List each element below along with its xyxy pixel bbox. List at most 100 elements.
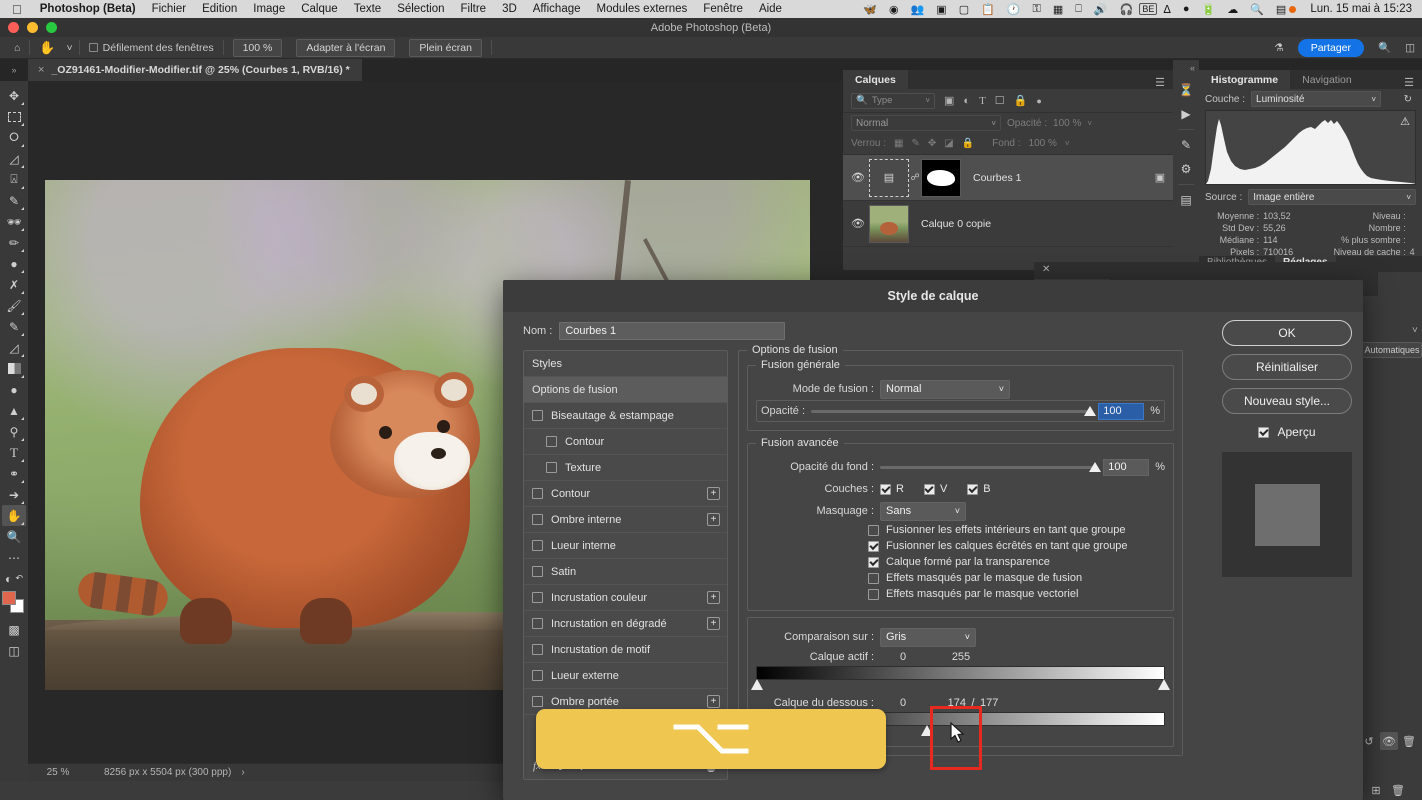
advanced-check-2[interactable]: Calque formé par la transparence — [756, 554, 1165, 570]
close-window-button[interactable] — [8, 22, 19, 33]
checkbox[interactable] — [532, 670, 543, 681]
menu-item-fichier[interactable]: Fichier — [144, 3, 195, 15]
chevron-down-icon[interactable]: ˅ — [1065, 139, 1070, 148]
channel-select[interactable]: Luminosité ˅ — [1251, 91, 1382, 107]
fill-opacity-input[interactable]: 100 — [1103, 458, 1150, 476]
sidebar-item-ombre-interne[interactable]: Ombre interne + — [524, 507, 727, 533]
path-selection-tool-icon[interactable]: ➔ — [2, 484, 26, 505]
layer-visibility-eye-icon[interactable]: 👁 — [847, 171, 869, 184]
sidebar-item-options-de-fusion[interactable]: Options de fusion — [524, 377, 727, 403]
butterfly-icon[interactable]: 🦋 — [857, 3, 883, 16]
quick-mask-icon[interactable]: ▩ — [2, 619, 26, 640]
refresh-icon[interactable]: ↻ — [1404, 94, 1416, 105]
link-icon[interactable]: ☍ — [909, 172, 921, 183]
checkbox[interactable] — [532, 566, 543, 577]
sidebar-item-contour[interactable]: Contour + — [524, 481, 727, 507]
shape-filter-icon[interactable]: ☐ — [995, 94, 1005, 107]
maximize-window-button[interactable] — [46, 22, 57, 33]
menu-item-aide[interactable]: Aide — [751, 3, 790, 15]
eye-icon[interactable]: 👁 — [1380, 732, 1398, 750]
lock-image-icon[interactable]: ✎ — [911, 138, 919, 149]
sidebar-item-incrustation-couleur[interactable]: Incrustation couleur + — [524, 585, 727, 611]
checkbox[interactable] — [532, 696, 543, 707]
layers-comp-icon[interactable]: ▤ — [1175, 188, 1197, 212]
eraser-tool-icon[interactable]: 🖌 — [2, 295, 26, 316]
wifi-icon[interactable]: ☁ — [1221, 3, 1244, 16]
close-icon[interactable]: × — [38, 64, 44, 76]
menu-item-calque[interactable]: Calque — [293, 3, 345, 15]
search-icon[interactable]: 🔍 — [1244, 3, 1270, 16]
this-layer-white-stop[interactable] — [1158, 679, 1170, 690]
this-layer-min[interactable]: 0 — [874, 651, 932, 663]
trash-icon[interactable]: 🗑 — [1389, 781, 1407, 799]
channel-r[interactable]: R — [880, 483, 904, 495]
edit-toolbar-icon[interactable]: ⋯ — [2, 547, 26, 568]
scroll-all-windows-checkbox[interactable]: Défilement des fenêtres — [82, 37, 221, 59]
crop-tool-icon[interactable]: ⍓ — [2, 169, 26, 190]
name-input[interactable]: Courbes 1 — [559, 322, 786, 340]
this-layer-black-stop[interactable] — [751, 679, 763, 690]
search-icon[interactable]: 🔍 — [1371, 37, 1398, 59]
add-effect-icon[interactable]: + — [707, 591, 720, 604]
smart-object-filter-icon[interactable]: 🔒 — [1014, 94, 1028, 107]
advanced-check-4[interactable]: Effets masqués par le masque vectoriel — [756, 586, 1165, 602]
eyedropper-tool-icon[interactable]: ✎ — [2, 190, 26, 211]
tab-navigation[interactable]: Navigation — [1290, 70, 1364, 89]
menu-item-filtre[interactable]: Filtre — [453, 3, 495, 15]
add-effect-icon[interactable]: + — [707, 617, 720, 630]
checkbox[interactable] — [868, 588, 879, 600]
layer-name[interactable]: Calque 0 copie — [909, 218, 1173, 230]
tab-histogramme[interactable]: Histogramme — [1199, 70, 1291, 89]
checkbox[interactable] — [868, 540, 879, 552]
control-center-icon[interactable]: ▤ — [1270, 3, 1302, 16]
pen-tool-icon[interactable]: ▲ — [2, 400, 26, 421]
tab-calques[interactable]: Calques — [843, 70, 908, 89]
screen-record-icon[interactable]: ▣ — [930, 3, 952, 16]
dodge-burn-tool-icon[interactable] — [2, 358, 26, 379]
chevron-down-icon[interactable]: ˅ — [1087, 119, 1092, 128]
layout-icon[interactable]: ▦ — [1047, 3, 1069, 16]
user-icon[interactable]: ● — [1177, 3, 1196, 15]
layer-thumbnail-curves[interactable]: ▤ — [869, 158, 909, 197]
lock-all-icon[interactable]: 🔒 — [962, 138, 974, 149]
rectangular-marquee-tool-icon[interactable] — [2, 106, 26, 127]
home-icon[interactable]: ⌂ — [0, 37, 27, 59]
clock-icon[interactable]: 🕐 — [1001, 3, 1027, 16]
lock-transparent-icon[interactable]: ▦ — [894, 138, 903, 149]
trash-icon[interactable]: 🗑 — [1400, 732, 1418, 750]
lasso-tool-icon[interactable]: ⭘ — [2, 127, 26, 148]
input-source-be-icon[interactable]: BE — [1139, 3, 1158, 15]
gradient-tool-icon[interactable]: ✎ — [2, 316, 26, 337]
sidebar-item-styles[interactable]: Styles — [524, 351, 727, 377]
menubar-clock[interactable]: Lun. 15 mai à 15:23 — [1302, 3, 1416, 15]
fill-value[interactable]: 100 % — [1029, 138, 1057, 149]
advanced-check-1[interactable]: Fusionner les calques écrêtés en tant qu… — [756, 538, 1165, 554]
lock-nesting-icon[interactable]: ◪ — [944, 138, 953, 149]
status-expand-icon[interactable]: › — [231, 767, 244, 778]
slider-handle[interactable] — [1084, 405, 1097, 416]
clipping-mask-icon[interactable]: ▣ — [1147, 171, 1173, 184]
automatiques-button[interactable]: Automatiques — [1362, 342, 1422, 358]
channel-b[interactable]: B — [967, 483, 991, 495]
checkbox[interactable] — [532, 644, 543, 655]
object-selection-tool-icon[interactable]: ◿ — [2, 148, 26, 169]
bluetooth-icon[interactable]: ᐃ — [1157, 3, 1177, 16]
color-swatches[interactable] — [2, 591, 26, 615]
minimize-window-button[interactable] — [27, 22, 38, 33]
checkbox[interactable] — [546, 436, 557, 447]
advanced-check-3[interactable]: Effets masqués par le masque de fusion — [756, 570, 1165, 586]
checkbox[interactable] — [532, 514, 543, 525]
zoom-100-button[interactable]: 100 % — [226, 37, 290, 59]
sidebar-item-lueur-interne[interactable]: Lueur interne — [524, 533, 727, 559]
add-effect-icon[interactable]: + — [707, 513, 720, 526]
fill-opacity-slider[interactable] — [880, 461, 1102, 472]
layer-mask-thumbnail[interactable] — [921, 158, 961, 197]
this-layer-gradient-bar[interactable] — [756, 666, 1165, 680]
checkbox[interactable] — [868, 524, 879, 536]
opacity-slider[interactable] — [811, 405, 1097, 416]
dodge-tool-icon[interactable]: ⚲ — [2, 421, 26, 442]
layer-name[interactable]: Courbes 1 — [961, 172, 1147, 184]
slider-track[interactable] — [880, 461, 1102, 472]
panel-chevron-down-icon[interactable]: ˅ — [1412, 325, 1418, 336]
sidebar-item-contour-sub[interactable]: Contour — [524, 429, 727, 455]
